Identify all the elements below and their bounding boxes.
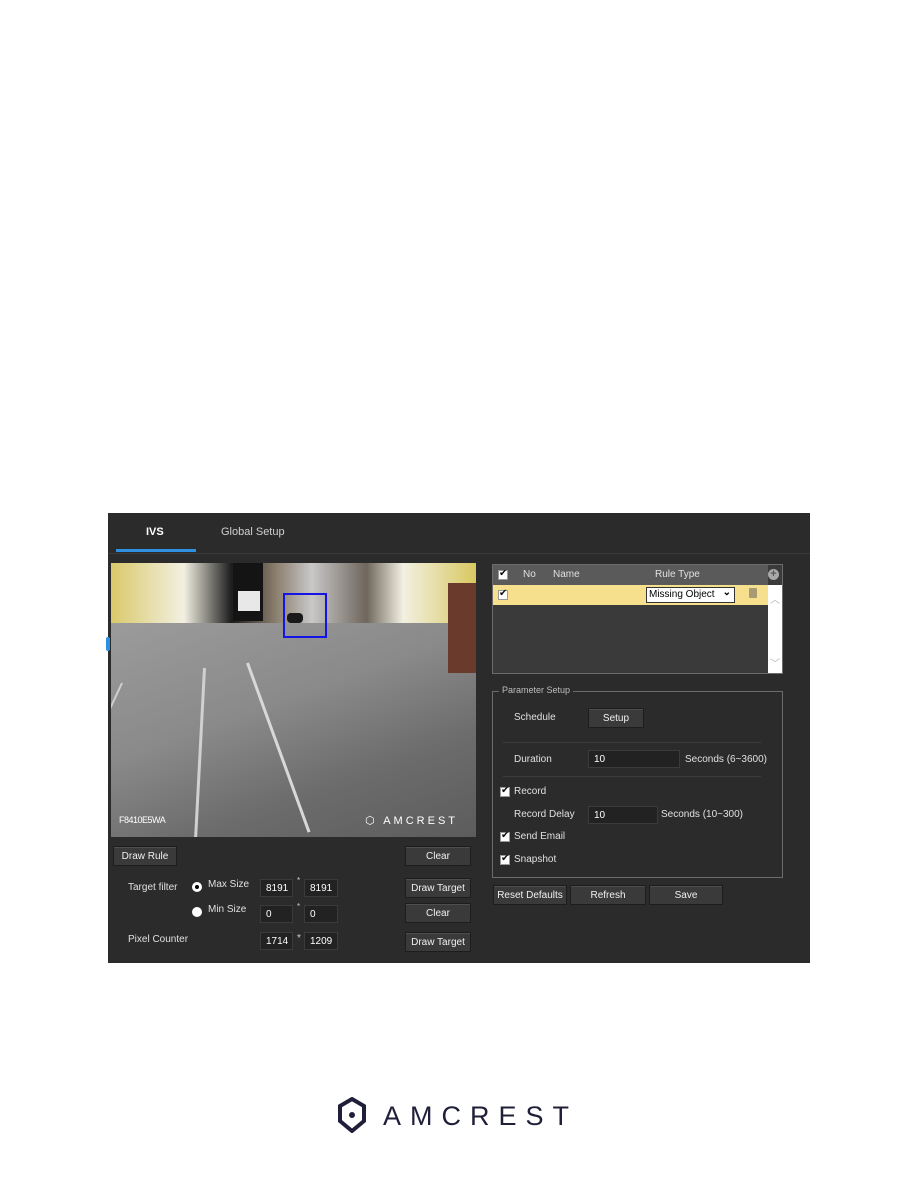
duration-label: Duration — [514, 754, 552, 765]
snapshot-label: Snapshot — [514, 854, 557, 865]
refresh-button[interactable]: Refresh — [570, 885, 646, 905]
amcrest-logo-icon — [338, 1097, 366, 1133]
duration-input[interactable]: 10 — [588, 750, 680, 768]
tab-global-setup[interactable]: Global Setup — [221, 526, 285, 538]
column-name: Name — [553, 569, 580, 580]
active-tab-indicator — [116, 549, 196, 552]
amcrest-footer-logo: AMCREST — [337, 1097, 587, 1137]
max-size-width-input[interactable]: 8191 — [260, 879, 293, 897]
rules-table: No Name Rule Type + Missing Object ⌄ ︿ ﹀ — [492, 564, 783, 674]
draw-rule-button[interactable]: Draw Rule — [113, 846, 177, 866]
parameter-setup-title: Parameter Setup — [499, 685, 574, 695]
save-button[interactable]: Save — [649, 885, 723, 905]
clear-rule-button[interactable]: Clear — [405, 846, 471, 866]
column-rule-type: Rule Type — [655, 569, 700, 580]
clear-target-button[interactable]: Clear — [405, 903, 471, 923]
divider — [503, 742, 761, 743]
size-separator: * — [297, 876, 301, 885]
chevron-down-icon: ⌄ — [722, 587, 731, 598]
osd-channel-name: F8410E5WA — [119, 815, 166, 825]
record-delay-label: Record Delay — [514, 809, 575, 820]
reset-defaults-button[interactable]: Reset Defaults — [493, 885, 567, 905]
max-size-label: Max Size — [208, 879, 250, 890]
draw-target-button-pixel[interactable]: Draw Target — [405, 932, 471, 952]
table-row[interactable]: Missing Object ⌄ — [493, 585, 768, 605]
tab-bar: IVS Global Setup — [108, 513, 810, 554]
scroll-down-icon[interactable]: ﹀ — [770, 655, 780, 670]
min-size-height-input[interactable]: 0 — [304, 905, 338, 923]
record-checkbox[interactable] — [500, 785, 510, 797]
rule-type-select[interactable]: Missing Object ⌄ — [646, 587, 735, 603]
tab-ivs[interactable]: IVS — [146, 526, 164, 538]
scene-wall — [448, 583, 476, 673]
pixel-counter-label: Pixel Counter — [128, 934, 189, 945]
osd-logo-text: AMCREST — [383, 815, 458, 827]
divider — [503, 776, 761, 777]
max-size-radio[interactable] — [192, 882, 202, 892]
target-filter-label: Target filter — [128, 882, 178, 893]
side-panel-handle[interactable] — [106, 637, 110, 651]
rule-region-box[interactable] — [283, 593, 327, 638]
snapshot-checkbox[interactable] — [500, 853, 510, 865]
select-all-checkbox[interactable] — [498, 568, 508, 580]
min-size-radio[interactable] — [192, 907, 202, 917]
size-separator: * — [297, 902, 301, 911]
schedule-setup-button[interactable]: Setup — [588, 708, 644, 728]
min-size-width-input[interactable]: 0 — [260, 905, 293, 923]
video-preview[interactable]: F8410E5WA ⬡ AMCREST — [111, 563, 476, 837]
rule-type-value: Missing Object — [649, 589, 715, 600]
send-email-checkbox[interactable] — [500, 830, 510, 842]
osd-logo: ⬡ AMCREST — [365, 814, 458, 827]
amcrest-logo-icon: ⬡ — [365, 815, 384, 827]
scene-van — [238, 591, 260, 611]
amcrest-logo-text: AMCREST — [383, 1101, 579, 1131]
parameter-setup-group: Parameter Setup Schedule Setup Duration … — [492, 685, 783, 878]
schedule-label: Schedule — [514, 712, 556, 723]
scene-ground — [111, 623, 476, 837]
record-delay-input[interactable]: 10 — [588, 806, 658, 824]
add-rule-icon[interactable]: + — [768, 569, 779, 580]
row-checkbox[interactable] — [498, 588, 508, 600]
pixel-counter-height: 1209 — [304, 932, 338, 950]
rules-table-header: No Name Rule Type — [493, 565, 768, 585]
size-separator: * — [297, 933, 301, 944]
min-size-label: Min Size — [208, 904, 247, 915]
delete-rule-icon[interactable] — [749, 588, 757, 598]
rules-scrollbar[interactable]: ︿ ﹀ — [768, 585, 782, 673]
record-delay-hint: Seconds (10~300) — [661, 809, 744, 820]
send-email-label: Send Email — [514, 831, 566, 842]
scroll-up-icon[interactable]: ︿ — [770, 591, 780, 606]
pixel-counter-width: 1714 — [260, 932, 293, 950]
max-size-height-input[interactable]: 8191 — [304, 879, 338, 897]
ivs-app-window: IVS Global Setup F8410E5WA ⬡ AMCREST Dra… — [106, 513, 810, 963]
draw-target-button-max[interactable]: Draw Target — [405, 878, 471, 898]
column-no: No — [523, 569, 536, 580]
record-label: Record — [514, 786, 547, 797]
duration-hint: Seconds (6~3600) — [685, 754, 768, 765]
